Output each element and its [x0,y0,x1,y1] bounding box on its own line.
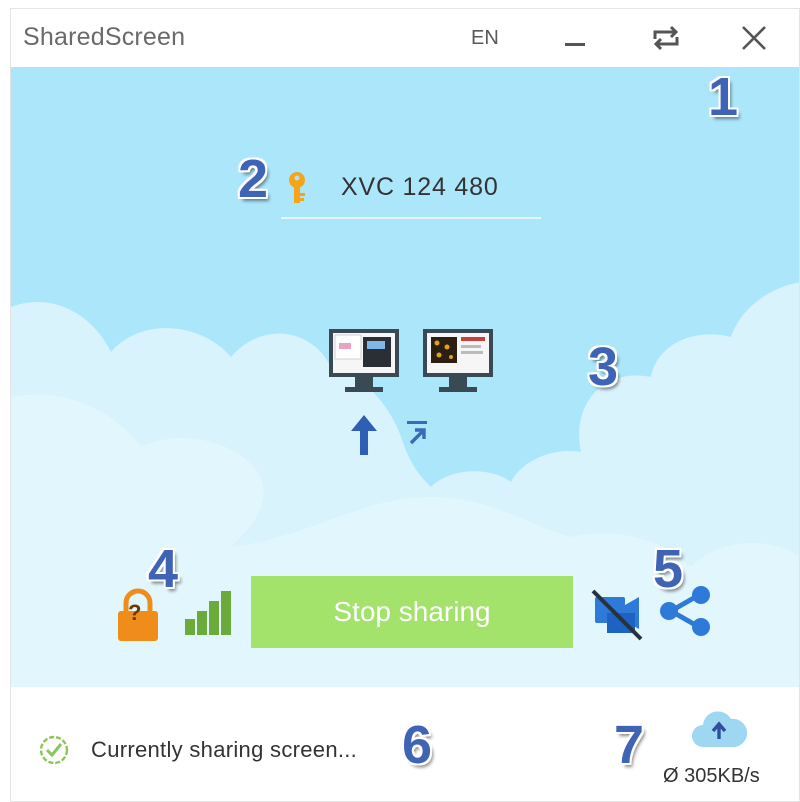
close-button[interactable] [737,21,771,55]
annotation-2: 2 [238,149,269,209]
status-text: Currently sharing screen... [91,737,358,762]
monitor-local-icon [329,329,399,392]
signal-bars-icon [185,591,231,635]
arrow-up-icon [351,415,377,455]
session-code-field[interactable]: XVC 124 480 [281,167,541,219]
annotation-5: 5 [653,539,684,599]
key-icon [289,172,305,203]
app-title: SharedScreen [23,23,186,51]
arrow-diagonal-icon [407,421,427,445]
minimize-button[interactable] [559,21,593,55]
cloud-upload-icon [692,711,747,747]
session-code: XVC 124 480 [341,173,499,201]
upload-rate: Ø 305KB/s [663,765,760,787]
status-check-icon [39,735,69,765]
annotation-7: 7 [614,715,645,775]
swap-arrows-icon [653,25,679,51]
camera-off-icon [591,589,643,641]
stop-sharing-button[interactable]: Stop sharing [251,576,573,648]
language-selector[interactable]: EN [471,27,499,50]
close-icon [742,26,766,50]
restore-button[interactable] [649,21,683,55]
minimize-icon [565,43,585,46]
lock-unknown-label: ? [128,600,142,625]
title-bar: SharedScreen EN [11,9,799,67]
annotation-4: 4 [148,539,179,599]
monitor-remote-icon [423,329,493,392]
annotation-3: 3 [588,337,619,397]
annotation-1: 1 [708,67,739,127]
sharedscreen-window: SharedScreen EN XVC 124 480 ? Stop shari… [10,8,800,802]
annotation-6: 6 [402,715,433,775]
